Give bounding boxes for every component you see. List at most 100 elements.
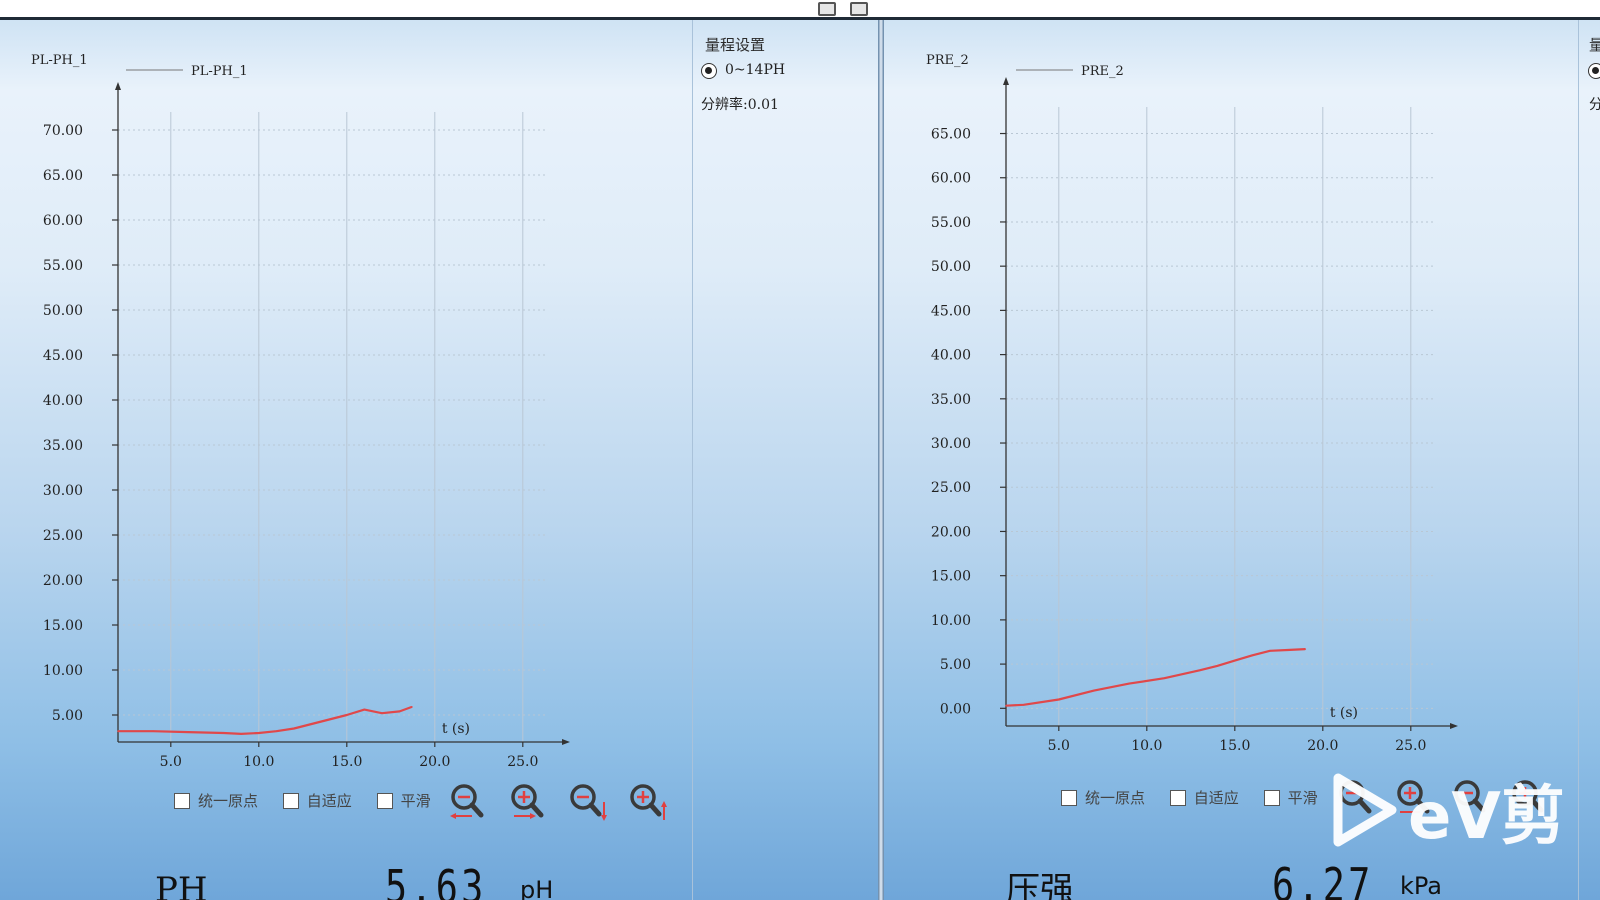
data-point <box>1216 665 1218 667</box>
y-tick-label: 10.00 <box>931 613 971 629</box>
y-tick-label: 0.00 <box>940 701 971 717</box>
series-line <box>118 705 413 736</box>
y-tick-label: 30.00 <box>931 436 971 452</box>
x-tick-label: 20.0 <box>419 754 450 770</box>
range-option-label[interactable]: 0~14PH <box>725 62 785 78</box>
series-line <box>1005 648 1306 707</box>
data-point <box>1005 704 1007 707</box>
radio-selected-icon[interactable] <box>701 63 717 79</box>
ph-chart: 5.00 10.00 15.00 20.00 25.00 30.00 35.00 40.00 4… <box>43 64 570 770</box>
y-tick-label: 65.00 <box>931 127 971 143</box>
x-axis-arrow <box>1450 723 1458 729</box>
data-point <box>1251 654 1254 657</box>
y-axis-arrow <box>1003 77 1009 85</box>
data-point <box>346 714 348 716</box>
data-point <box>275 730 278 732</box>
data-point <box>1234 659 1236 662</box>
data-point <box>363 708 366 711</box>
data-point <box>1058 698 1060 701</box>
y-tick-label: 5.00 <box>52 708 83 724</box>
adaptive-label: 自适应 <box>306 792 352 810</box>
x-tick-label: 15.0 <box>331 754 362 770</box>
data-point <box>328 718 331 721</box>
smooth-checkbox[interactable] <box>1263 789 1280 806</box>
legend-label: PL-PH_1 <box>191 64 248 79</box>
play-logo-icon: eV剪 <box>1333 773 1565 854</box>
data-point <box>222 732 225 734</box>
data-point <box>398 710 401 713</box>
data-point <box>1269 650 1271 652</box>
data-point <box>381 712 383 714</box>
x-tick-label: 20.0 <box>1307 738 1338 754</box>
zoom-out-y-icon[interactable] <box>568 782 608 822</box>
data-point <box>1022 703 1025 706</box>
maximize-button[interactable] <box>850 2 868 16</box>
data-point <box>293 727 295 730</box>
data-point <box>1093 689 1095 692</box>
data-point <box>411 706 413 708</box>
adaptive-checkbox[interactable] <box>282 792 299 809</box>
data-point <box>187 731 190 733</box>
y-tick-label: 15.00 <box>43 618 83 634</box>
range-settings-title: 量程设置 <box>705 36 766 54</box>
adaptive-label: 自适应 <box>1193 789 1239 807</box>
chart-options-row: 统一原点 自适应 平滑 <box>1061 787 1338 809</box>
y-tick-label: 25.00 <box>931 480 971 496</box>
resolution-label: 分 <box>1589 97 1600 113</box>
zoom-out-x-icon[interactable] <box>448 782 488 822</box>
top-bar <box>0 0 1600 20</box>
data-point <box>240 733 242 735</box>
data-point <box>152 730 154 732</box>
range-settings-group: 量程设置 0~14PH 分辨率:0.01 <box>692 20 880 900</box>
y-axis-arrow <box>115 82 121 90</box>
unify-origin-checkbox[interactable] <box>1061 789 1077 806</box>
y-tick-label: 40.00 <box>931 348 971 364</box>
range-settings-group: 量 分 <box>1578 20 1600 900</box>
smooth-label: 平滑 <box>1287 789 1318 807</box>
y-tick-label: 35.00 <box>43 438 83 454</box>
unify-origin-checkbox[interactable] <box>174 792 190 809</box>
y-tick-label: 70.00 <box>43 123 83 139</box>
zoom-in-x-icon[interactable] <box>508 782 548 822</box>
y-tick-label: 60.00 <box>43 213 83 229</box>
y-tick-label: 60.00 <box>931 171 971 187</box>
data-point <box>117 730 119 732</box>
smooth-checkbox[interactable] <box>376 792 393 809</box>
readout-unit: kPa <box>1400 872 1442 900</box>
y-tick-label: 20.00 <box>931 524 971 540</box>
y-tick-label: 10.00 <box>43 663 83 679</box>
radio-selected-icon[interactable] <box>1588 63 1600 79</box>
data-point <box>258 732 260 734</box>
adaptive-checkbox[interactable] <box>1169 789 1186 806</box>
data-point <box>310 723 313 725</box>
readout-label: 压强 <box>1006 870 1074 900</box>
readout-value: 6.27 <box>1272 858 1374 900</box>
readout-value: 5.63 <box>385 860 487 900</box>
unify-origin-label: 统一原点 <box>198 792 259 810</box>
y-tick-label: 30.00 <box>43 483 83 499</box>
y-tick-label: 65.00 <box>43 168 83 184</box>
pressure-panel: PRE_2 0.00 5.00 10.00 15.00 20.00 25.00 30.00 3… <box>884 20 1600 900</box>
x-tick-label: 15.0 <box>1219 738 1250 754</box>
unify-origin-label: 统一原点 <box>1085 789 1146 807</box>
y-tick-label: 55.00 <box>931 215 971 231</box>
y-tick-label: 35.00 <box>931 392 971 408</box>
x-tick-label: 5.0 <box>1048 738 1070 754</box>
y-tick-label: 25.00 <box>43 528 83 544</box>
resolution-label: 分辨率:0.01 <box>701 97 779 113</box>
x-axis-arrow <box>562 739 570 745</box>
zoom-in-y-icon[interactable] <box>628 782 668 822</box>
y-tick-label: 50.00 <box>931 259 971 275</box>
y-tick-label: 40.00 <box>43 393 83 409</box>
readout-unit: pH <box>520 876 554 900</box>
y-tick-label: 5.00 <box>940 657 971 673</box>
y-tick-label: 55.00 <box>43 258 83 274</box>
x-tick-label: 5.0 <box>160 754 182 770</box>
range-settings-title: 量 <box>1589 36 1600 54</box>
x-tick-label: 25.0 <box>1395 738 1426 754</box>
y-tick-label: 45.00 <box>43 348 83 364</box>
watermark-text: eV剪 <box>1408 780 1565 854</box>
pressure-chart: 0.00 5.00 10.00 15.00 20.00 25.00 30.00 35.00 40… <box>931 64 1458 754</box>
x-axis-label: t (s) <box>442 721 470 737</box>
minimize-button[interactable] <box>818 2 836 16</box>
